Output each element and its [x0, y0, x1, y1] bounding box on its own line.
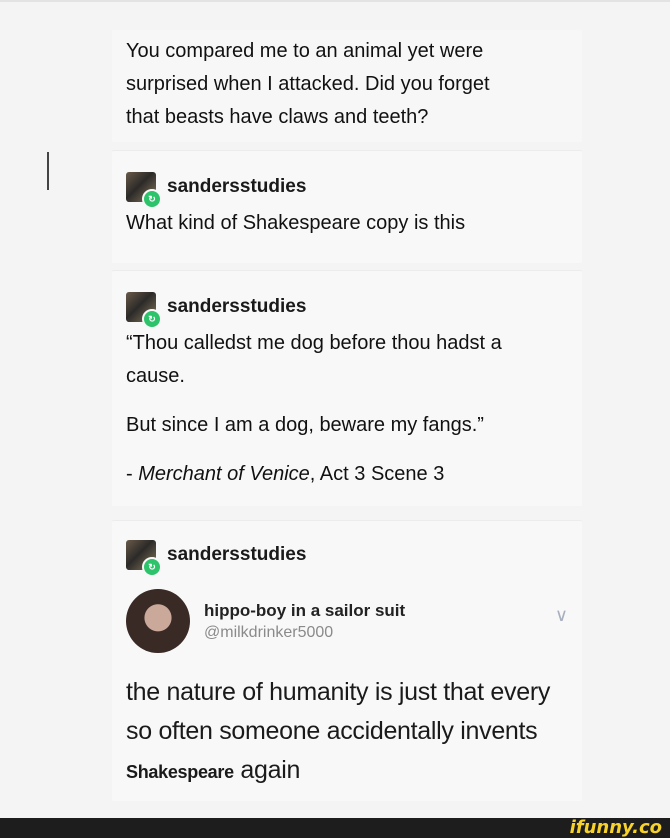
- username[interactable]: sandersstudies: [167, 176, 306, 198]
- tweet-author: hippo-boy in a sailor suit @milkdrinker5…: [204, 601, 405, 642]
- left-edge-bar: [47, 152, 49, 190]
- username[interactable]: sandersstudies: [167, 296, 306, 318]
- original-line: You compared me to an animal yet were: [126, 40, 484, 62]
- tweet-avatar[interactable]: [126, 589, 190, 653]
- tweet-handle[interactable]: @milkdrinker5000: [204, 624, 405, 642]
- original-line: that beasts have claws and teeth?: [126, 106, 429, 128]
- reblog-text: What kind of Shakespeare copy is this: [126, 212, 466, 234]
- watermark-logo: ifunny.co: [569, 817, 662, 838]
- quote-paragraph: “Thou calledst me dog before thou hadst …: [126, 332, 502, 387]
- reblog-header: ↻ sandersstudies: [126, 535, 582, 577]
- reblog-3: ↻ sandersstudies hippo-boy in a sailor s…: [112, 520, 582, 801]
- quote-citation: - Merchant of Venice, Act 3 Scene 3: [126, 458, 582, 491]
- reblog-icon: ↻: [142, 557, 162, 577]
- reblog-1: ↻ sandersstudies What kind of Shakespear…: [112, 150, 582, 263]
- chevron-down-icon[interactable]: ∨: [555, 605, 568, 626]
- original-post: You compared me to an animal yet were su…: [112, 30, 582, 142]
- citation-work: Merchant of Venice: [138, 463, 310, 485]
- avatar[interactable]: ↻: [126, 292, 162, 329]
- original-post-text: You compared me to an animal yet were su…: [126, 35, 582, 134]
- citation-prefix: -: [126, 463, 139, 485]
- tweet-text-before: the nature of humanity is just that ever…: [126, 678, 551, 745]
- username[interactable]: sandersstudies: [167, 544, 306, 566]
- original-line: surprised when I attacked. Did you forge…: [126, 73, 490, 95]
- reblog-icon: ↻: [142, 189, 162, 209]
- reblog-2: ↻ sandersstudies “Thou calledst me dog b…: [112, 270, 582, 506]
- tweet-text-after: again: [233, 756, 301, 784]
- quote-paragraph: But since I am a dog, beware my fangs.”: [126, 414, 484, 436]
- tweet-text: the nature of humanity is just that ever…: [126, 673, 556, 792]
- citation-rest: , Act 3 Scene 3: [309, 463, 445, 485]
- avatar[interactable]: ↻: [126, 172, 162, 209]
- tweet-header: hippo-boy in a sailor suit @milkdrinker5…: [126, 589, 582, 653]
- reblog-header: ↻ sandersstudies: [126, 287, 582, 329]
- reblog-header: ↻ sandersstudies: [126, 167, 582, 209]
- avatar[interactable]: ↻: [126, 540, 162, 577]
- top-divider: [0, 0, 670, 2]
- reblog-quote: “Thou calledst me dog before thou hadst …: [126, 327, 582, 491]
- tweet-display-name[interactable]: hippo-boy in a sailor suit: [204, 601, 405, 621]
- tweet-text-bold: Shakespeare: [126, 762, 234, 782]
- reblog-icon: ↻: [142, 309, 162, 329]
